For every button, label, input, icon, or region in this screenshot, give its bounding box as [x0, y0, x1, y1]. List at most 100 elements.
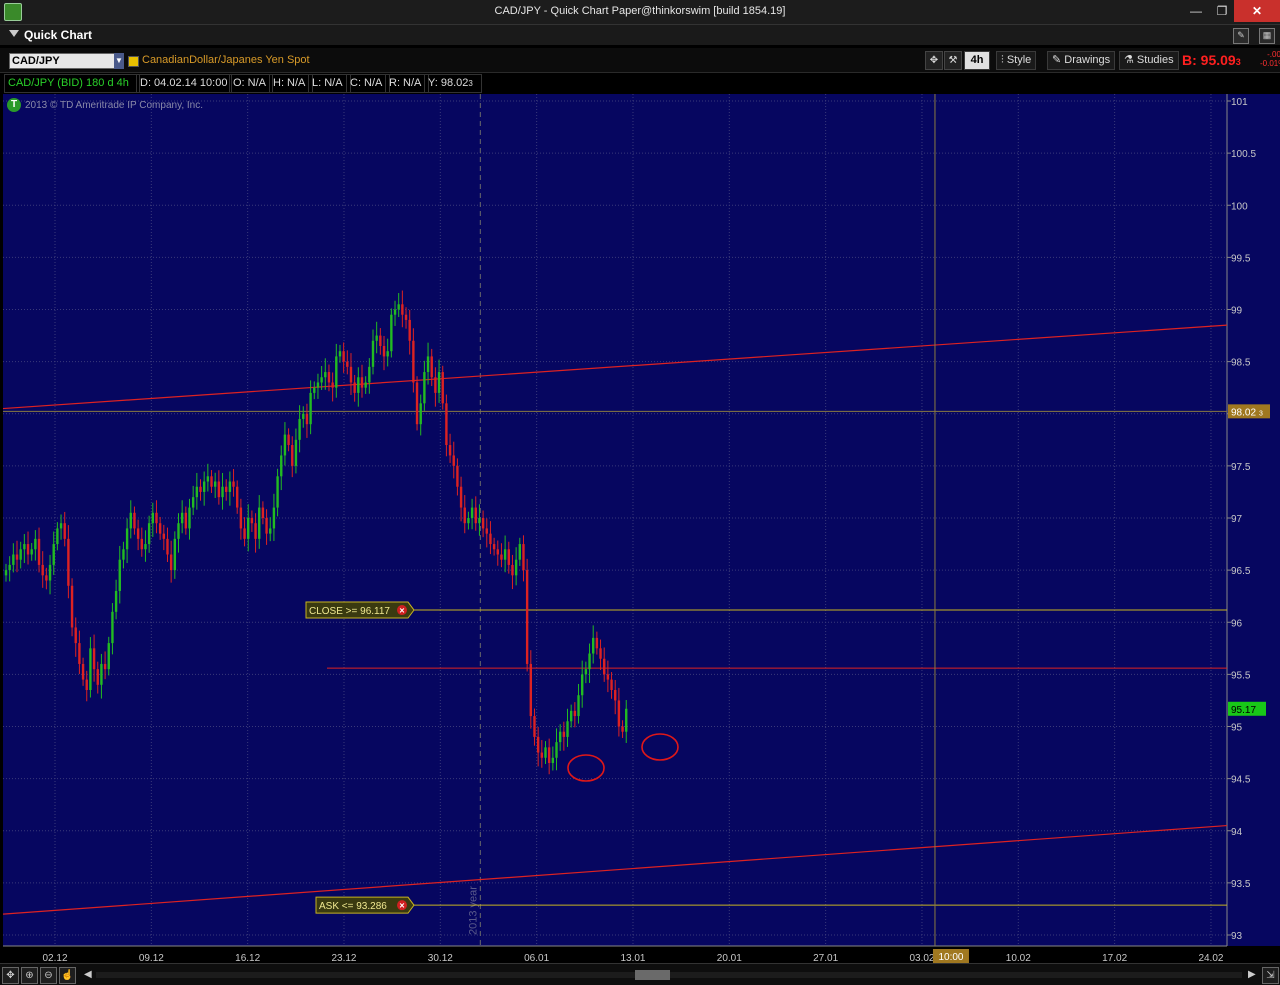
candle-body — [401, 304, 404, 315]
candle-body — [445, 403, 448, 446]
alert-label: CLOSE >= 96.117 — [309, 606, 390, 617]
candle-body — [34, 538, 37, 550]
candle-body — [184, 512, 188, 529]
candle-body — [463, 507, 466, 524]
candle-body — [558, 731, 562, 743]
candle-body — [4, 570, 8, 576]
candle-body — [525, 570, 529, 664]
candle-body — [147, 523, 151, 545]
candle-body — [291, 445, 294, 466]
candle-body — [118, 559, 121, 591]
candle-body — [569, 710, 573, 722]
candle-body — [92, 648, 96, 670]
candle-body — [518, 544, 521, 560]
alert-remove-x: × — [399, 901, 404, 911]
candle-body — [511, 564, 514, 576]
candle-body — [448, 445, 452, 456]
pan-icon[interactable]: ✥ — [2, 967, 19, 984]
candle-body — [67, 538, 70, 586]
candle-body — [353, 382, 356, 393]
candle-body — [603, 658, 606, 675]
candle-body — [573, 710, 577, 717]
candle-body — [45, 575, 48, 581]
candle-body — [213, 481, 217, 487]
upper-trendline — [2, 324, 1228, 410]
candle-body — [269, 528, 272, 534]
marked-low-ellipse — [567, 754, 605, 782]
cursor-icon[interactable]: ☝ — [59, 967, 76, 984]
candle-body — [107, 643, 110, 670]
candle-body — [599, 648, 602, 659]
candle-body — [610, 679, 613, 691]
scroll-right-icon[interactable]: ▶ — [1248, 969, 1256, 980]
candle-body — [56, 528, 59, 545]
candle-body — [287, 434, 290, 446]
candle-body — [503, 549, 507, 560]
scrollbar-thumb[interactable] — [635, 970, 670, 980]
zoom-out-icon[interactable]: ⊖ — [40, 967, 57, 984]
candle-body — [63, 523, 66, 539]
candle-body — [276, 476, 279, 508]
cursor-price-fraction: 3 — [1259, 410, 1263, 417]
candle-body — [48, 564, 52, 581]
year-marker-label: 2013 year — [467, 886, 479, 935]
candle-body — [140, 538, 143, 550]
candle-body — [298, 418, 301, 440]
candle-body — [144, 544, 147, 550]
candle-body — [15, 554, 19, 560]
candle-body — [89, 648, 92, 691]
candle-body — [382, 345, 386, 357]
candle-body — [12, 554, 15, 565]
candle-body — [562, 731, 566, 737]
expand-icon[interactable]: ⇲ — [1262, 967, 1279, 984]
candle-body — [272, 507, 276, 529]
candle-body — [338, 351, 342, 357]
candle-body — [258, 507, 261, 539]
candle-body — [280, 455, 283, 477]
candle-body — [390, 314, 393, 352]
candle-body — [136, 528, 140, 539]
candle-body — [551, 757, 555, 763]
scroll-left-icon[interactable]: ◀ — [84, 969, 92, 980]
y-tick-label: 95 — [1231, 723, 1243, 734]
y-tick-label: 98.5 — [1231, 358, 1251, 369]
y-tick-label: 99 — [1231, 306, 1243, 317]
y-tick-label: 99.5 — [1231, 253, 1251, 264]
candle-body — [236, 486, 239, 508]
candle-body — [397, 304, 400, 310]
candle-body — [320, 377, 323, 383]
candle-body — [70, 585, 74, 628]
bottom-bar: ✥ ⊕ ⊖ ☝ ◀ ▶ ⇲ — [0, 963, 1280, 985]
candle-body — [606, 674, 610, 680]
candle-body — [283, 434, 287, 456]
candle-body — [37, 538, 41, 565]
candle-body — [419, 403, 422, 425]
candle-body — [85, 679, 88, 691]
y-tick-label: 100 — [1231, 201, 1248, 212]
y-tick-label: 94 — [1231, 827, 1243, 838]
cursor-price-label: 98.02 — [1231, 407, 1256, 418]
zoom-icon[interactable]: ⊕ — [21, 967, 38, 984]
marked-low-ellipse — [641, 733, 679, 761]
candle-body — [206, 476, 210, 482]
candle-body — [342, 351, 345, 362]
candle-body — [500, 554, 503, 560]
candle-body — [522, 544, 525, 571]
candle-body — [8, 564, 11, 571]
candle-body — [346, 361, 349, 367]
candle-body — [327, 372, 331, 383]
candle-body — [151, 512, 154, 524]
copyright-text: 2013 © TD Ameritrade IP Company, Inc. — [25, 100, 204, 111]
candle-body — [423, 372, 426, 404]
candle-body — [547, 747, 551, 763]
candle-body — [133, 512, 136, 529]
candle-body — [478, 518, 481, 524]
candle-body — [588, 653, 591, 670]
candle-body — [221, 486, 224, 498]
cursor-time-label: 10:00 — [938, 952, 963, 963]
candle-body — [305, 413, 309, 425]
candle-body — [96, 669, 99, 685]
candle-body — [441, 372, 444, 404]
candle-body — [52, 544, 55, 565]
candle-body — [335, 356, 338, 388]
